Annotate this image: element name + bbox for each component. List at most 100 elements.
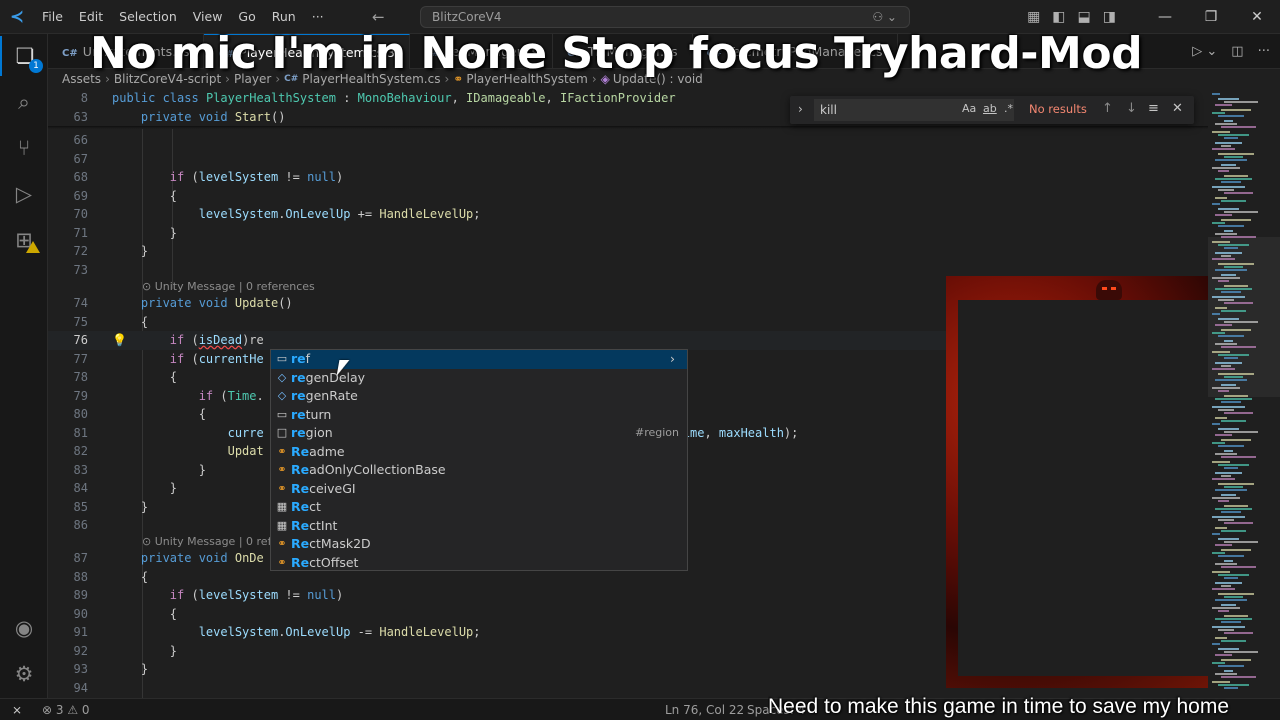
minimap-line [1218,464,1249,466]
split-editor-icon[interactable]: ◫ [1231,44,1243,59]
suggestion-item[interactable]: ◇ regenDelay [271,369,687,388]
minimap-line [1212,662,1225,664]
minimap-line [1224,450,1233,452]
suggestion-item[interactable]: ▦ RectInt [271,517,687,536]
suggestion-item[interactable]: ⚭ RectMask2D [271,535,687,554]
minimap-line [1215,123,1237,125]
minimap-line [1224,486,1243,488]
minimap-line [1218,629,1234,631]
toggle-secondary-sidebar-icon[interactable]: ◨ [1103,9,1116,25]
menu-file[interactable]: File [34,0,71,34]
minimap-line [1218,665,1244,667]
toggle-replace-icon[interactable]: › [798,102,803,116]
minimap-line [1212,351,1230,353]
suggestion-item[interactable]: ▭ ref › [271,350,687,369]
minimap-line [1221,439,1251,441]
minimap[interactable] [1208,89,1280,698]
minimap-line [1224,541,1258,543]
match-case-toggle[interactable]: Aa [962,102,976,115]
struct-icon: ▦ [276,518,288,532]
suggestion-details-icon[interactable]: › [670,350,675,369]
keyword-icon: ▭ [276,352,288,365]
minimap-line [1212,368,1235,370]
suggestion-item[interactable]: ⚭ ReadOnlyCollectionBase [271,461,687,480]
suggestion-item[interactable]: ◇ regenRate [271,387,687,406]
minimap-line [1218,555,1244,557]
minimap-line [1212,387,1240,389]
minimap-line [1224,505,1248,507]
minimap-line [1212,277,1240,279]
minimap-line [1218,538,1239,540]
whole-word-toggle[interactable]: ab [983,102,997,115]
suggestion-item[interactable]: ⚭ ReceiveGI [271,480,687,499]
minimap-line [1215,362,1242,364]
extensions-icon[interactable]: ⊞ [0,220,48,260]
accounts-icon[interactable]: ◉ [0,608,48,648]
toggle-primary-sidebar-icon[interactable]: ◧ [1052,9,1065,25]
customize-layout-icon[interactable]: ▦ [1027,9,1040,25]
minimap-line [1218,299,1234,301]
code-line[interactable]: 72 } [48,242,1208,261]
code-line[interactable]: 66 [48,131,1208,150]
command-center-search[interactable]: BlitzCoreV4 ⚇ ⌄ [420,6,910,28]
suggestion-item[interactable]: ⚭ RectOffset [271,554,687,573]
suggestion-item[interactable]: ▭ return [271,406,687,425]
suggestion-item[interactable]: □ region #region [271,424,687,443]
minimap-line [1224,431,1258,433]
copilot-icon[interactable]: ⚇ ⌄ [872,7,897,27]
minimap-line [1212,313,1220,315]
minimap-line [1215,417,1227,419]
minimap-line [1215,288,1252,290]
class-icon: ⚭ [277,444,287,458]
search-icon[interactable]: ⌕ [0,82,48,122]
source-control-icon[interactable]: ⑂ [0,128,48,168]
manage-gear-icon[interactable]: ⚙ [0,654,48,694]
cursor-position[interactable]: Ln 76, Col 22 [665,699,744,720]
code-line[interactable]: 68 if (levelSystem != null) [48,168,1208,187]
explorer-icon[interactable]: ❏ 1 [0,36,48,76]
code-line[interactable]: 69 { [48,187,1208,206]
previous-match-icon[interactable]: ↑ [1102,101,1113,116]
more-actions-icon[interactable]: ··· [1258,44,1270,59]
minimap-line [1215,214,1232,216]
suggestion-item[interactable]: ▦ Rect [271,498,687,517]
toggle-panel-icon[interactable]: ⬓ [1078,9,1091,25]
activity-bar: ❏ 1 ⌕ ⑂ ▷ ⊞ ◉ ⚙ [0,34,48,698]
minimap-line [1215,508,1252,510]
minimap-line [1212,186,1245,188]
minimap-line [1218,593,1254,595]
code-line[interactable]: 67 [48,150,1208,169]
suggestion-item[interactable]: ⚭ Readme [271,443,687,462]
class-icon: ⚭ [277,463,287,476]
close-window-button[interactable]: ✕ [1234,0,1280,34]
code-line[interactable]: 70 levelSystem.OnLevelUp += HandleLevelU… [48,205,1208,224]
find-in-selection-icon[interactable]: ≡ [1148,101,1159,116]
field-icon: ◇ [277,370,287,384]
minimap-line [1212,167,1240,169]
minimap-line [1212,478,1235,480]
next-match-icon[interactable]: ↓ [1126,101,1137,116]
minimap-line [1215,453,1237,455]
codelens-update[interactable]: ⊙ Unity Message | 0 references [142,279,315,295]
minimap-line [1221,200,1246,202]
remote-indicator-icon[interactable]: ⨯ [0,699,34,720]
run-debug-icon[interactable]: ▷ [0,174,48,214]
minimap-line [1224,192,1253,194]
minimap-line [1212,406,1245,408]
codelens-ondestroy[interactable]: ⊙ Unity Message | 0 refe [142,534,278,550]
minimap-line [1218,115,1244,117]
minimap-line [1215,527,1227,529]
minimap-line [1224,137,1238,139]
vscode-logo-icon: ≺ [9,6,25,27]
problems-count[interactable]: ⊗ 3 ⚠ 0 [42,699,90,720]
minimap-line [1215,599,1247,601]
minimap-line [1218,280,1229,282]
code-line[interactable]: 71 } [48,224,1208,243]
minimap-line [1221,145,1231,147]
minimap-line [1215,398,1252,400]
minimap-line [1215,673,1237,675]
close-find-icon[interactable]: ✕ [1172,101,1183,116]
back-arrow-icon[interactable]: ← [372,8,385,26]
regex-toggle[interactable]: .* [1004,102,1013,115]
minimap-line [1212,148,1235,150]
